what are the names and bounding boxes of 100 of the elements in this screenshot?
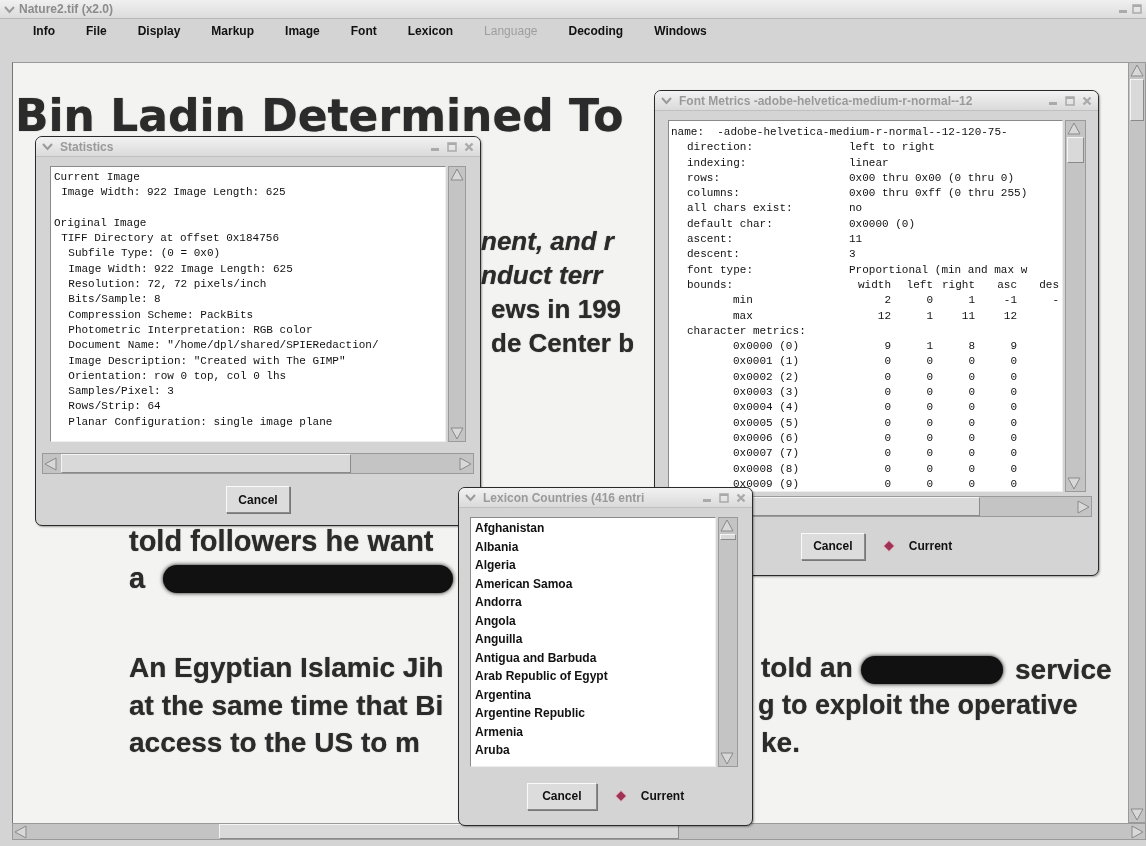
metric-label: 0x0000 (0) xyxy=(732,339,800,355)
list-item[interactable]: Argentina xyxy=(475,685,715,704)
menu-item[interactable]: Markup xyxy=(196,22,271,40)
metric-value: 0 xyxy=(925,415,933,431)
metric-value: 0 xyxy=(1009,461,1017,477)
metric-label: bounds: xyxy=(686,277,735,293)
metric-value: 0 xyxy=(1009,369,1017,385)
metric-value: 0 xyxy=(967,461,975,477)
metric-label: 0x0004 (4) xyxy=(732,400,800,416)
metric-value: asc xyxy=(996,277,1017,293)
document-text: told an xyxy=(761,652,853,685)
metric-value: 12 xyxy=(876,308,891,324)
metric-value: 2 xyxy=(883,293,891,309)
list-item[interactable]: Anguilla xyxy=(475,630,715,649)
metric-label: 0x0007 (7) xyxy=(732,446,800,462)
metric-value: 0 xyxy=(925,476,933,491)
list-item[interactable]: Andorra xyxy=(475,593,715,612)
metric-value: 0 xyxy=(883,415,891,431)
metric-value: 0 xyxy=(925,461,933,477)
info-line: Photometric Interpretation: RGB color xyxy=(67,322,314,338)
metric-value: right xyxy=(941,277,975,293)
menu-item[interactable]: File xyxy=(71,22,123,40)
menu-item[interactable]: Windows xyxy=(639,22,723,40)
menu-item[interactable]: Font xyxy=(335,22,393,40)
metric-value: 0 xyxy=(967,446,975,462)
metric-label: columns: xyxy=(686,186,741,202)
info-line: Rows/Strip: 64 xyxy=(67,399,162,415)
document-text: told followers he want xyxy=(129,525,434,559)
metric-value: 0 xyxy=(967,385,975,401)
document-text: access to the US to m xyxy=(129,727,420,760)
list-item[interactable]: Argentine Republic xyxy=(475,704,715,723)
metric-value: 0 xyxy=(1009,400,1017,416)
metric-value: 0 xyxy=(925,293,933,309)
cancel-button[interactable]: Cancel xyxy=(226,486,290,513)
window-title: Nature2.tif (x2.0) xyxy=(19,2,115,16)
metric-value: 0x00 thru 0xff (0 thru 255) xyxy=(849,186,1029,202)
metric-value: 1 xyxy=(925,339,933,355)
list-item[interactable]: Aruba xyxy=(475,741,715,760)
info-line: Image Description: "Created with The GIMP" xyxy=(67,353,347,369)
metric-value: 3 xyxy=(849,247,857,263)
info-line: Samples/Pixel: 3 xyxy=(67,384,175,400)
cancel-button[interactable]: Cancel xyxy=(526,782,597,810)
metric-value: 8 xyxy=(967,339,975,355)
metric-value: 0 xyxy=(925,400,933,416)
cancel-button[interactable]: Cancel xyxy=(800,532,865,560)
metric-value: 0 xyxy=(925,354,933,370)
list-item[interactable]: American Samoa xyxy=(475,574,715,593)
metric-label: 0x0001 (1) xyxy=(732,354,800,370)
metric-value: 0 xyxy=(883,476,891,491)
metric-label: 0x0009 (9) xyxy=(732,476,800,491)
metric-value: 0 xyxy=(1009,354,1017,370)
metric-label: min xyxy=(732,293,754,309)
metric-label: font type: xyxy=(686,262,754,278)
info-line: Planar Configuration: single image plane xyxy=(67,414,334,430)
menu-item[interactable]: Image xyxy=(270,22,336,40)
metric-value: 0 xyxy=(925,446,933,462)
menu-item[interactable]: Info xyxy=(18,22,71,40)
metric-value: 0 xyxy=(1009,476,1017,491)
metric-value: width xyxy=(857,277,891,293)
menu-item[interactable]: Display xyxy=(122,22,197,40)
info-line: Current Image xyxy=(54,170,141,185)
info-line: Compression Scheme: PackBits xyxy=(67,307,255,323)
list-item[interactable]: Afghanistan xyxy=(475,519,715,538)
info-line: TIFF Directory at offset 0x184756 xyxy=(60,231,280,247)
metric-label: direction: xyxy=(686,140,754,156)
font-name-line: name: -adobe-helvetica-medium-r-normal--12-120-75- xyxy=(671,125,1009,140)
list-item[interactable]: Armenia xyxy=(475,722,715,741)
document-text: An Egyptian Islamic Jih xyxy=(129,652,444,685)
list-item[interactable]: Antigua and Barbuda xyxy=(475,648,715,667)
metric-label: 0x0002 (2) xyxy=(732,369,800,385)
document-text: at the same time that Bi xyxy=(129,690,444,723)
metric-label: 0x0006 (6) xyxy=(732,430,800,446)
window-title: Statistics xyxy=(60,139,115,154)
menu-item[interactable]: Decoding xyxy=(553,22,640,40)
radio-label[interactable]: Current xyxy=(908,539,953,553)
document-text: service xyxy=(1015,654,1112,687)
document-text: nent, and r xyxy=(481,227,614,257)
metric-label: descent: xyxy=(686,247,741,263)
metric-value: 0 xyxy=(883,385,891,401)
list-item[interactable]: Arab Republic of Egypt xyxy=(475,667,715,686)
metric-value: no xyxy=(849,201,864,217)
metric-label: all chars exist: xyxy=(686,201,794,217)
list-item[interactable]: Algeria xyxy=(475,556,715,575)
metric-value: 0 xyxy=(883,354,891,370)
menu-item[interactable]: Lexicon xyxy=(392,22,470,40)
list-item[interactable]: Angola xyxy=(475,611,715,630)
metric-value: 0 xyxy=(883,461,891,477)
metric-label: ascent: xyxy=(686,232,735,248)
metric-label: 0x0008 (8) xyxy=(732,461,800,477)
metric-value: 0 xyxy=(925,430,933,446)
metric-label: 0x0003 (3) xyxy=(732,385,800,401)
metric-value: Proportional (min and max w xyxy=(849,262,1029,278)
metric-value: 0 xyxy=(1009,430,1017,446)
metric-value: 0x00 thru 0x00 (0 thru 0) xyxy=(849,170,1016,186)
info-line: Subfile Type: (0 = 0x0) xyxy=(67,246,222,262)
metric-value: -1 xyxy=(1002,293,1017,309)
list-item[interactable]: Albania xyxy=(475,537,715,556)
radio-label[interactable]: Current xyxy=(640,789,685,803)
metric-value: 0 xyxy=(967,400,975,416)
document-text: nduct terr xyxy=(481,261,603,291)
